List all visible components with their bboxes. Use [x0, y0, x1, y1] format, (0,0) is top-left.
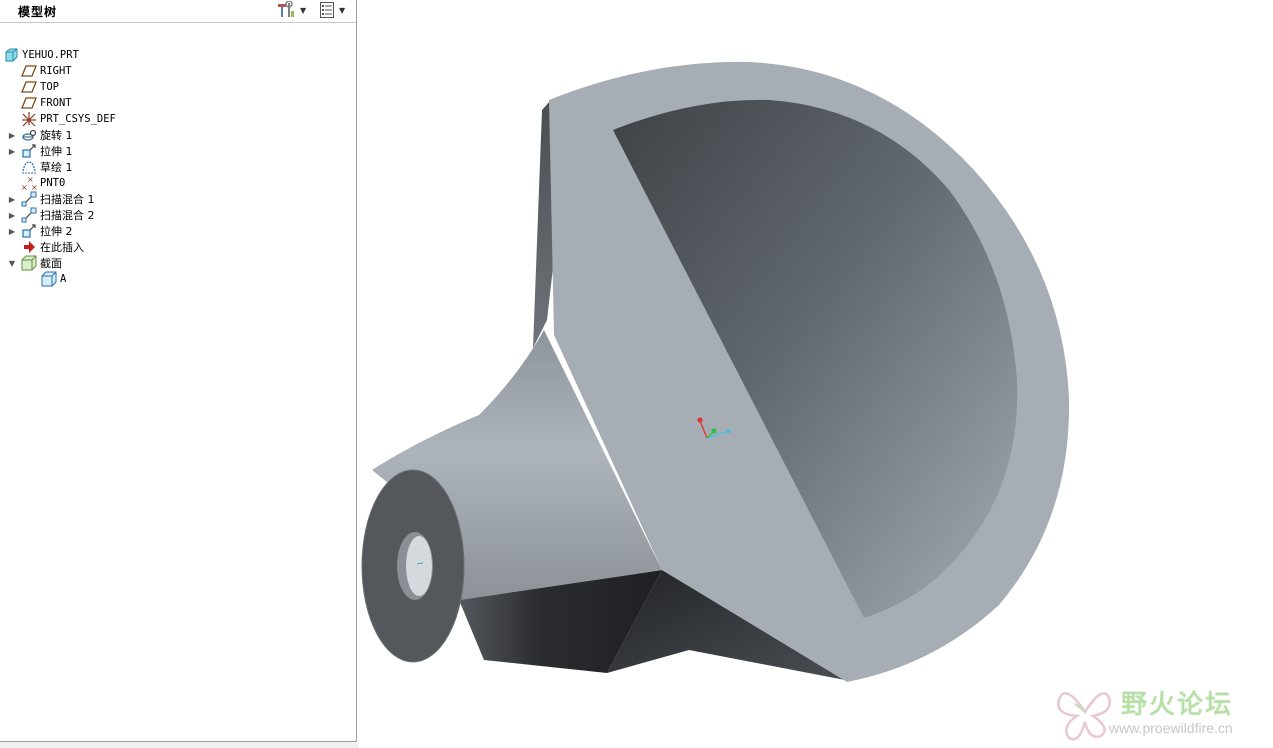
tree-item-insert-here[interactable]: 在此插入 — [21, 239, 84, 255]
tree-item-section-a[interactable]: A — [41, 271, 66, 287]
boss-hole-inner — [406, 536, 432, 596]
svg-text:×: × — [21, 183, 28, 191]
tree-item-swept-blend-1[interactable]: ▶ 扫描混合 1 — [9, 191, 95, 207]
expand-arrow-icon[interactable]: ▶ — [7, 207, 17, 223]
tree-item-sections[interactable]: ▼ 截面 — [9, 255, 62, 271]
expand-arrow-icon[interactable]: ▶ — [7, 143, 17, 159]
tree-item-top-plane[interactable]: TOP — [21, 79, 59, 95]
extrude-icon — [21, 223, 37, 239]
tree-settings-button[interactable]: ▼ — [276, 1, 306, 19]
butterfly-logo-icon — [1057, 692, 1111, 741]
svg-text:×: × — [31, 183, 37, 191]
tree-item-extrude-1[interactable]: ▶ 拉伸 1 — [9, 143, 73, 159]
tree-item-front-plane[interactable]: FRONT — [21, 95, 72, 111]
sections-folder-icon — [21, 255, 37, 271]
list-icon — [320, 2, 334, 18]
tree-show-button[interactable]: ▼ — [319, 1, 345, 19]
watermark-url: www.proewildfire.cn — [1109, 720, 1233, 736]
watermark: 野火论坛 www.proewildfire.cn — [1055, 682, 1265, 742]
panel-footer — [0, 742, 359, 748]
swept-blend-icon — [21, 207, 37, 223]
csys-icon — [21, 111, 37, 127]
tree-item-csys[interactable]: PRT_CSYS_DEF — [21, 111, 116, 127]
expand-arrow-icon[interactable]: ▶ — [7, 191, 17, 207]
watermark-brand: 野火论坛 — [1121, 690, 1234, 720]
insert-here-icon — [21, 239, 37, 255]
model-tree-title: 模型树 — [18, 5, 58, 19]
tree-item-sketch-1[interactable]: 草绘 1 — [21, 159, 73, 175]
expand-arrow-icon[interactable]: ▶ — [7, 223, 17, 239]
tree-item-right-plane[interactable]: RIGHT — [21, 63, 72, 79]
sketch-icon — [21, 159, 37, 175]
datum-plane-icon — [21, 63, 37, 79]
datum-plane-icon — [21, 79, 37, 95]
datum-plane-icon — [21, 95, 37, 111]
tree-item-point[interactable]: × × × PNT0 — [21, 175, 65, 191]
tree-item-part[interactable]: YEHUO.PRT — [3, 47, 79, 63]
extrude-icon — [21, 143, 37, 159]
model-render — [361, 61, 1070, 682]
datum-point-icon: × × × — [21, 175, 37, 191]
model-tree-panel: 模型树 ▼ ▼ YEHUO.PRT RIGHT TOP FRONT PRT_CS… — [0, 0, 357, 742]
chevron-down-icon: ▼ — [339, 5, 346, 15]
tree-item-swept-blend-2[interactable]: ▶ 扫描混合 2 — [9, 207, 95, 223]
collapse-arrow-icon[interactable]: ▼ — [7, 255, 17, 271]
revolve-icon — [21, 127, 37, 143]
model-tree-header: 模型树 ▼ ▼ — [0, 0, 356, 23]
expand-arrow-icon[interactable]: ▶ — [7, 127, 17, 143]
app-window: 模型树 ▼ ▼ YEHUO.PRT RIGHT TOP FRONT PRT_CS… — [0, 0, 1273, 748]
tree-item-revolve-1[interactable]: ▶ 旋转 1 — [9, 127, 73, 143]
part-icon — [3, 47, 19, 63]
tools-icon — [278, 1, 294, 17]
section-icon — [41, 271, 57, 287]
chevron-down-icon: ▼ — [300, 5, 307, 15]
graphics-viewport[interactable]: 野火论坛 www.proewildfire.cn — [359, 0, 1273, 748]
swept-blend-icon — [21, 191, 37, 207]
tree-item-extrude-2[interactable]: ▶ 拉伸 2 — [9, 223, 73, 239]
